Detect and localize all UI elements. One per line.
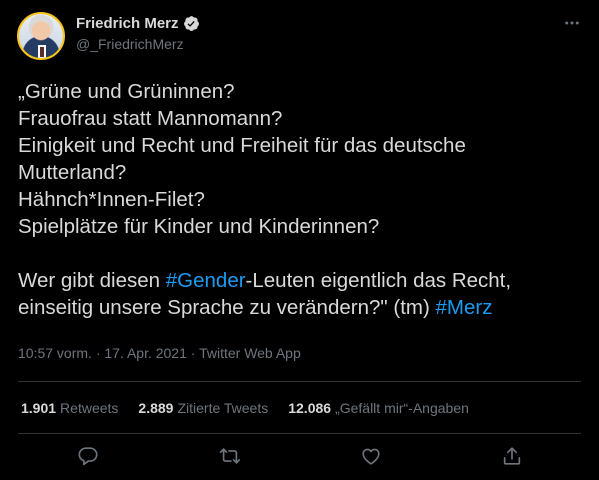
tweet-line: Spielplätze für Kinder und Kinderinnen? [18, 215, 380, 238]
more-options-icon[interactable] [563, 14, 581, 32]
tweet-timestamp[interactable]: 10:57 vorm. · 17. Apr. 2021 · Twitter We… [18, 345, 301, 361]
tweet-actions [0, 445, 599, 469]
tweet-line: Mutterland? [18, 161, 127, 184]
tweet-stats: 1.901 Retweets 2.889 Zitierte Tweets 12.08… [21, 400, 469, 416]
share-icon[interactable] [501, 445, 523, 467]
hashtag-link[interactable]: #Merz [436, 296, 493, 319]
tweet-text-segment: -Leuten eigentlich das Recht, [245, 269, 512, 292]
retweets-stat[interactable]: 1.901 Retweets [21, 400, 118, 416]
tweet-line: Hähnch*Innen-Filet? [18, 188, 205, 211]
quotes-label: Zitierte Tweets [177, 400, 269, 416]
tweet-text-segment: Wer gibt diesen [18, 269, 166, 292]
tweet-text: „Grüne und Grüninnen? Frauofrau statt Ma… [18, 78, 583, 321]
author-display-name[interactable]: Friedrich Merz [76, 15, 179, 32]
quotes-count: 2.889 [138, 400, 174, 416]
reply-icon[interactable] [77, 445, 99, 467]
tweet-line: „Grüne und Grüninnen? [18, 80, 235, 103]
divider [18, 381, 581, 382]
tweet-line: Frauofrau statt Mannomann? [18, 107, 283, 130]
verified-badge-icon [183, 15, 200, 32]
tweet-line: Wer gibt diesen #Gender-Leuten eigentlic… [18, 267, 583, 294]
retweets-count: 1.901 [21, 400, 57, 416]
tweet-line: einseitig unsere Sprache zu verändern?" … [18, 294, 583, 321]
avatar[interactable] [17, 12, 65, 60]
tweet-card: Friedrich Merz @_FriedrichMerz „Grüne un… [0, 0, 599, 480]
likes-label: „Gefällt mir“-Angaben [335, 400, 469, 416]
retweets-label: Retweets [60, 400, 119, 416]
likes-count: 12.086 [288, 400, 332, 416]
tweet-line: Einigkeit und Recht und Freiheit für das… [18, 134, 466, 157]
author-name-row[interactable]: Friedrich Merz [76, 15, 200, 32]
quotes-stat[interactable]: 2.889 Zitierte Tweets [138, 400, 268, 416]
retweet-icon[interactable] [219, 445, 241, 467]
author-handle[interactable]: @_FriedrichMerz [76, 36, 184, 52]
likes-stat[interactable]: 12.086 „Gefällt mir“-Angaben [288, 400, 469, 416]
hashtag-link[interactable]: #Gender [166, 269, 246, 292]
tweet-text-segment: einseitig unsere Sprache zu verändern?" … [18, 296, 436, 319]
avatar-tie [40, 47, 44, 57]
divider [18, 433, 581, 434]
like-icon[interactable] [360, 445, 382, 467]
